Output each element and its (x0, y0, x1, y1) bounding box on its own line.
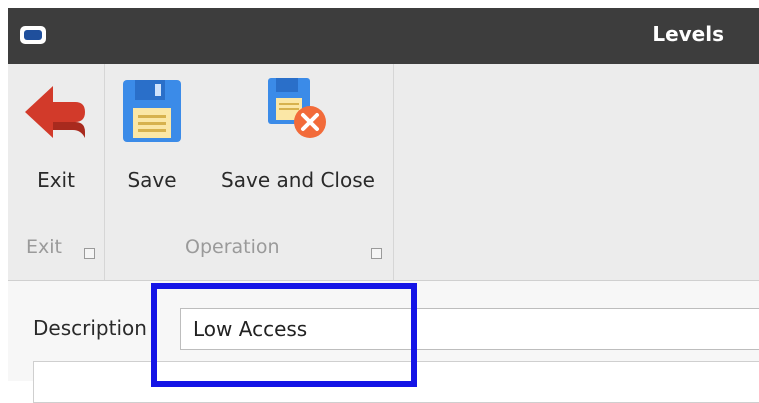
app-logo-icon (20, 26, 46, 44)
window-title: Levels (652, 22, 724, 46)
save-button[interactable]: Save (119, 72, 185, 192)
save-close-icon (266, 76, 330, 146)
details-field[interactable] (33, 361, 759, 403)
title-bar: Levels (8, 8, 759, 64)
exit-button-label: Exit (37, 168, 75, 192)
exit-group-launcher-icon[interactable] (84, 248, 95, 259)
ribbon: Exit Exit Save Save and Close Operation (8, 64, 759, 281)
ribbon-group-exit: Exit Exit (8, 64, 105, 280)
ribbon-group-label-operation: Operation (185, 236, 280, 258)
save-icon (121, 78, 183, 148)
save-button-label: Save (127, 168, 177, 192)
operation-group-launcher-icon[interactable] (371, 248, 382, 259)
save-and-close-button[interactable]: Save and Close (213, 72, 383, 192)
ribbon-group-operation: Save Save and Close Operation (105, 64, 394, 280)
ribbon-group-label-exit: Exit (26, 236, 62, 258)
exit-arrow-icon (23, 82, 89, 146)
exit-button[interactable]: Exit (8, 72, 104, 192)
description-input[interactable] (180, 308, 759, 350)
form-area: Description (8, 281, 759, 403)
save-and-close-button-label: Save and Close (221, 168, 375, 192)
description-label: Description (33, 316, 147, 340)
